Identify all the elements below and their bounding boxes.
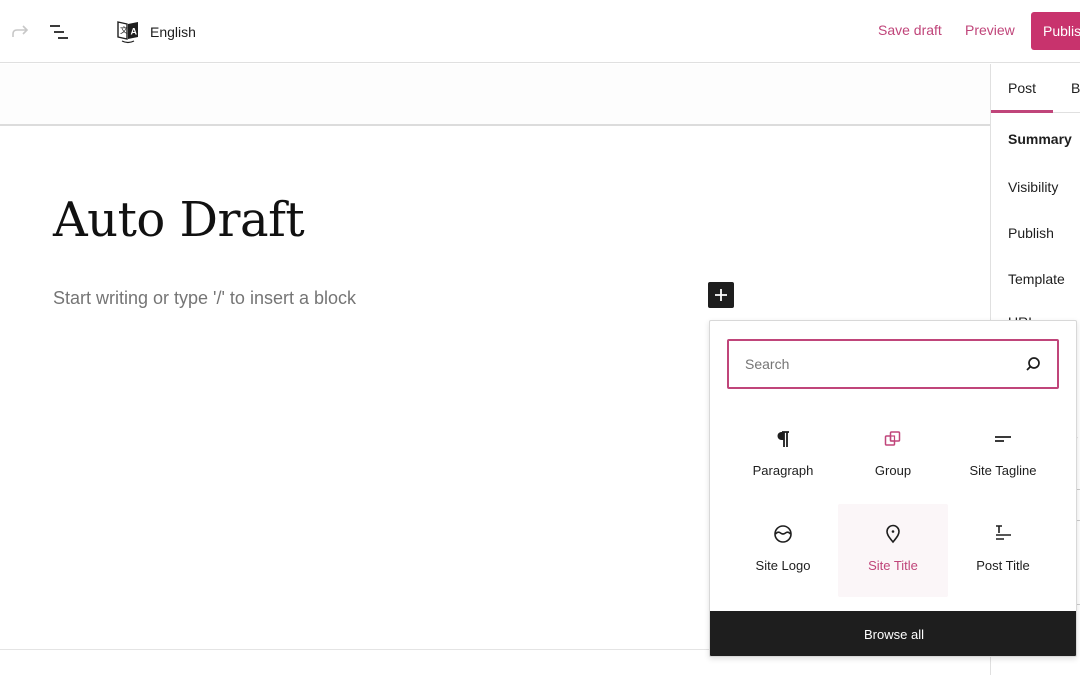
- group-icon: [881, 427, 905, 451]
- sidebar-item-publish[interactable]: Publish: [1008, 225, 1054, 241]
- post-title-icon: [991, 522, 1015, 546]
- block-item-site-title[interactable]: Site Title: [838, 504, 948, 597]
- language-label: English: [150, 24, 196, 40]
- publish-label: Publish: [1043, 23, 1080, 39]
- block-label: Site Title: [868, 558, 918, 573]
- svg-text:文: 文: [120, 25, 128, 35]
- map-marker-icon: [881, 522, 905, 546]
- tab-block[interactable]: B: [1071, 80, 1080, 96]
- active-tab-indicator: [991, 110, 1053, 113]
- block-label: Group: [874, 463, 912, 478]
- translate-icon: A 文: [117, 21, 138, 44]
- block-item-group[interactable]: Group: [838, 409, 948, 502]
- block-label: Paragraph: [752, 463, 814, 478]
- block-item-post-title[interactable]: Post Title: [948, 504, 1058, 597]
- save-draft-button[interactable]: Save draft: [878, 22, 942, 38]
- browse-all-button[interactable]: Browse all: [710, 611, 1076, 656]
- redo-icon: [12, 25, 29, 37]
- search-icon[interactable]: [1023, 354, 1043, 374]
- language-switcher[interactable]: A 文 English: [116, 16, 196, 48]
- sidebar-item-visibility[interactable]: Visibility: [1008, 179, 1058, 195]
- search-field[interactable]: [727, 339, 1059, 389]
- quick-inserter-popover: Paragraph Group Site Tagline Site Logo S…: [709, 320, 1077, 657]
- plus-icon: [715, 289, 727, 301]
- list-view-icon: [50, 25, 68, 39]
- block-inserter-toggle[interactable]: [708, 282, 734, 308]
- svg-text:A: A: [131, 27, 138, 37]
- canvas-header-area: [0, 64, 990, 126]
- block-placeholder[interactable]: Start writing or type '/' to insert a bl…: [53, 288, 356, 309]
- sidebar-tabs: Post B: [991, 64, 1080, 113]
- block-item-paragraph[interactable]: Paragraph: [728, 409, 838, 502]
- search-input[interactable]: [745, 356, 1005, 372]
- redo-button[interactable]: [8, 20, 34, 44]
- site-tagline-icon: [991, 427, 1015, 451]
- block-item-site-logo[interactable]: Site Logo: [728, 504, 838, 597]
- block-label: Post Title: [976, 558, 1030, 573]
- list-view-button[interactable]: [46, 19, 72, 45]
- summary-heading[interactable]: Summary: [1008, 131, 1072, 147]
- block-label: Site Tagline: [969, 463, 1037, 478]
- sidebar-item-template[interactable]: Template: [1008, 271, 1065, 287]
- paragraph-icon: [771, 427, 795, 451]
- block-list: Paragraph Group Site Tagline Site Logo S…: [728, 409, 1060, 597]
- preview-button[interactable]: Preview: [965, 22, 1015, 38]
- publish-button[interactable]: Publish: [1031, 12, 1080, 50]
- site-logo-icon: [771, 522, 795, 546]
- tab-post[interactable]: Post: [1008, 80, 1036, 96]
- block-label: Site Logo: [755, 558, 811, 573]
- block-item-site-tagline[interactable]: Site Tagline: [948, 409, 1058, 502]
- editor-header: A 文 English Save draft Preview Publish: [0, 0, 1080, 63]
- post-title[interactable]: Auto Draft: [53, 192, 305, 248]
